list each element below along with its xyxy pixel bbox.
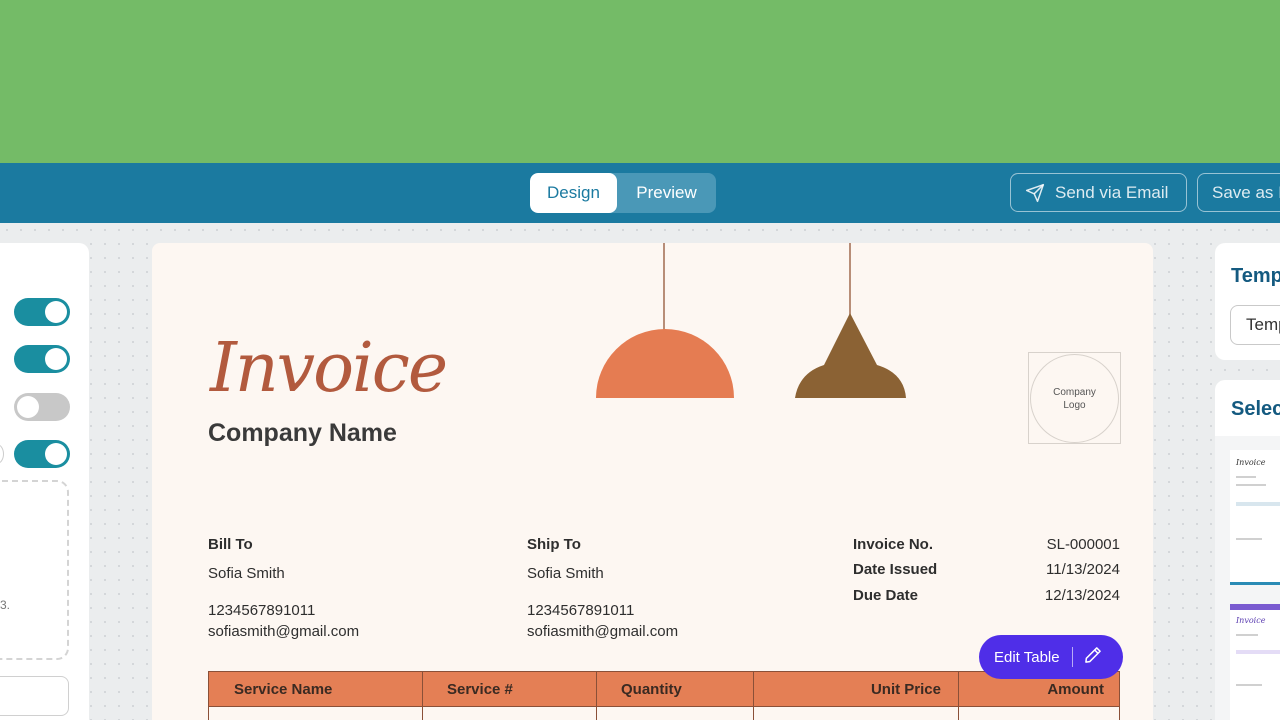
toggle-knob	[45, 443, 67, 465]
column-header-service-number: Service #	[423, 672, 597, 706]
select-template-title: Selec	[1231, 398, 1280, 420]
lamp-left-shade	[596, 329, 734, 398]
company-name[interactable]: Company Name	[208, 419, 397, 448]
company-logo-placeholder[interactable]: Company Logo	[1028, 352, 1121, 444]
send-via-email-label: Send via Email	[1055, 182, 1169, 202]
thumb-line	[1236, 684, 1262, 686]
save-as-button[interactable]: Save as I	[1197, 173, 1280, 212]
send-paper-plane-icon	[1025, 183, 1045, 203]
table-cell[interactable]	[597, 707, 754, 720]
dropzone-text-fragment: 3.	[0, 598, 11, 612]
select-template-panel: Selec Invoice Invoice	[1215, 380, 1280, 720]
upload-dropzone[interactable]	[0, 480, 69, 660]
thumb-table	[1236, 502, 1280, 506]
thumb-table	[1236, 650, 1280, 654]
table-row[interactable]	[208, 707, 1120, 720]
column-header-unit-price: Unit Price	[754, 672, 959, 706]
ship-to-name[interactable]: Sofia Smith	[527, 565, 604, 582]
bill-to-phone[interactable]: 1234567891011	[208, 602, 315, 619]
bill-to-name[interactable]: Sofia Smith	[208, 565, 285, 582]
toggle-knob	[45, 348, 67, 370]
toggle-4[interactable]	[14, 440, 70, 468]
top-band	[0, 0, 1280, 163]
pencil-icon	[1083, 645, 1103, 669]
date-issued-label: Date Issued	[853, 561, 938, 578]
thumb-header-band	[1230, 604, 1280, 610]
divider	[1071, 647, 1073, 667]
template-panel-title: Temp	[1231, 265, 1280, 287]
thumbnail-title: Invoice	[1236, 616, 1266, 625]
due-date-label: Due Date	[853, 587, 919, 604]
invoice-no-value[interactable]: SL-000001	[990, 536, 1120, 553]
thumb-line	[1236, 484, 1266, 486]
invoice-no-label: Invoice No.	[853, 536, 934, 553]
date-issued-value[interactable]: 11/13/2024	[990, 561, 1120, 578]
ship-to-phone[interactable]: 1234567891011	[527, 602, 634, 619]
thumbnail-title: Invoice	[1236, 458, 1266, 467]
invoice-title[interactable]: Invoice	[210, 335, 448, 403]
column-header-service-name: Service Name	[209, 672, 423, 706]
table-cell[interactable]	[423, 707, 597, 720]
save-as-label: Save as I	[1212, 182, 1280, 202]
settings-input[interactable]	[0, 676, 69, 716]
column-header-quantity: Quantity	[597, 672, 754, 706]
bill-to-email[interactable]: sofiasmith@gmail.com	[208, 623, 359, 640]
table-cell[interactable]	[959, 707, 1119, 720]
ship-to-email[interactable]: sofiasmith@gmail.com	[527, 623, 678, 640]
thumb-line	[1236, 634, 1258, 636]
due-date-value[interactable]: 12/13/2024	[990, 587, 1120, 604]
toggle-knob	[45, 301, 67, 323]
edit-table-button[interactable]: Edit Table	[979, 635, 1123, 679]
tab-preview[interactable]: Preview	[617, 173, 716, 213]
tab-design[interactable]: Design	[530, 173, 617, 213]
bill-to-label: Bill To	[208, 536, 253, 553]
toggle-knob	[17, 396, 39, 418]
company-logo-text: Company Logo	[1030, 354, 1119, 443]
thumb-line	[1236, 538, 1262, 540]
toggle-1[interactable]	[14, 298, 70, 326]
template-panel: Temp Temp	[1215, 243, 1280, 360]
template-thumbnails: Invoice Invoice	[1215, 436, 1280, 720]
toggle-2[interactable]	[14, 345, 70, 373]
thumb-line	[1236, 476, 1256, 478]
send-via-email-button[interactable]: Send via Email	[1010, 173, 1187, 212]
template-thumbnail-2[interactable]: Invoice	[1230, 604, 1280, 720]
toggle-3[interactable]	[14, 393, 70, 421]
services-table-header: Service Name Service # Quantity Unit Pri…	[208, 671, 1120, 707]
table-cell[interactable]	[754, 707, 959, 720]
template-thumbnail-1[interactable]: Invoice	[1230, 450, 1280, 585]
ship-to-label: Ship To	[527, 536, 581, 553]
template-name-input[interactable]: Temp	[1230, 305, 1280, 345]
edit-table-label: Edit Table	[994, 648, 1060, 666]
design-preview-switch: Design Preview	[530, 173, 716, 213]
table-cell[interactable]	[209, 707, 423, 720]
lamp-right-shade	[795, 313, 906, 398]
